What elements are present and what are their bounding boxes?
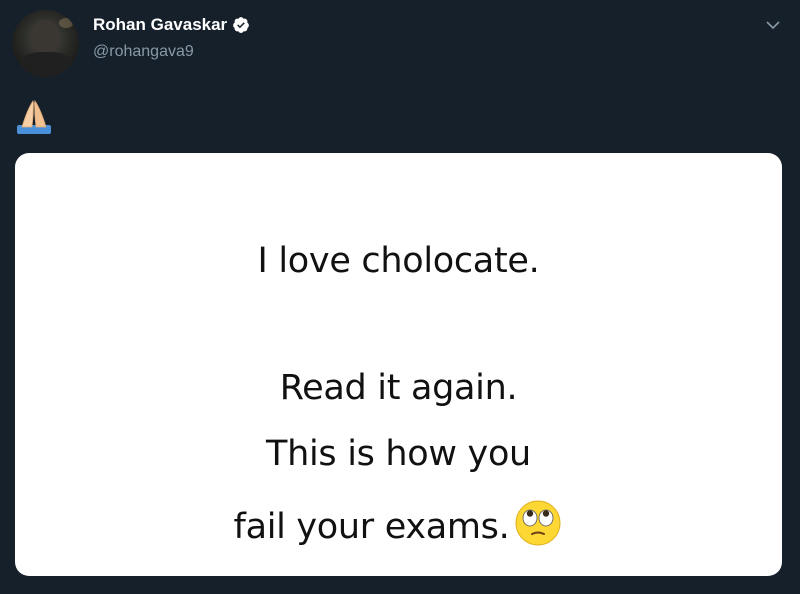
- folded-hands-emoji: [17, 100, 51, 134]
- face-with-rolling-eyes-emoji: [515, 500, 561, 546]
- image-line-4: fail your exams.: [233, 507, 510, 547]
- avatar[interactable]: [12, 10, 79, 77]
- tweet-image[interactable]: I love cholocate. Read it again. This is…: [15, 153, 782, 576]
- image-line-2: Read it again.: [279, 368, 518, 408]
- author-name[interactable]: Rohan Gavaskar: [93, 15, 227, 35]
- verified-badge-icon: [233, 17, 250, 33]
- image-line-1: I love cholocate.: [257, 241, 540, 281]
- image-line-4-row: fail your exams.: [15, 498, 782, 548]
- chevron-down-icon[interactable]: [766, 18, 780, 32]
- author-handle[interactable]: @rohangava9: [93, 43, 194, 61]
- image-line-3: This is how you: [266, 434, 531, 474]
- author-name-row[interactable]: Rohan Gavaskar: [93, 15, 250, 35]
